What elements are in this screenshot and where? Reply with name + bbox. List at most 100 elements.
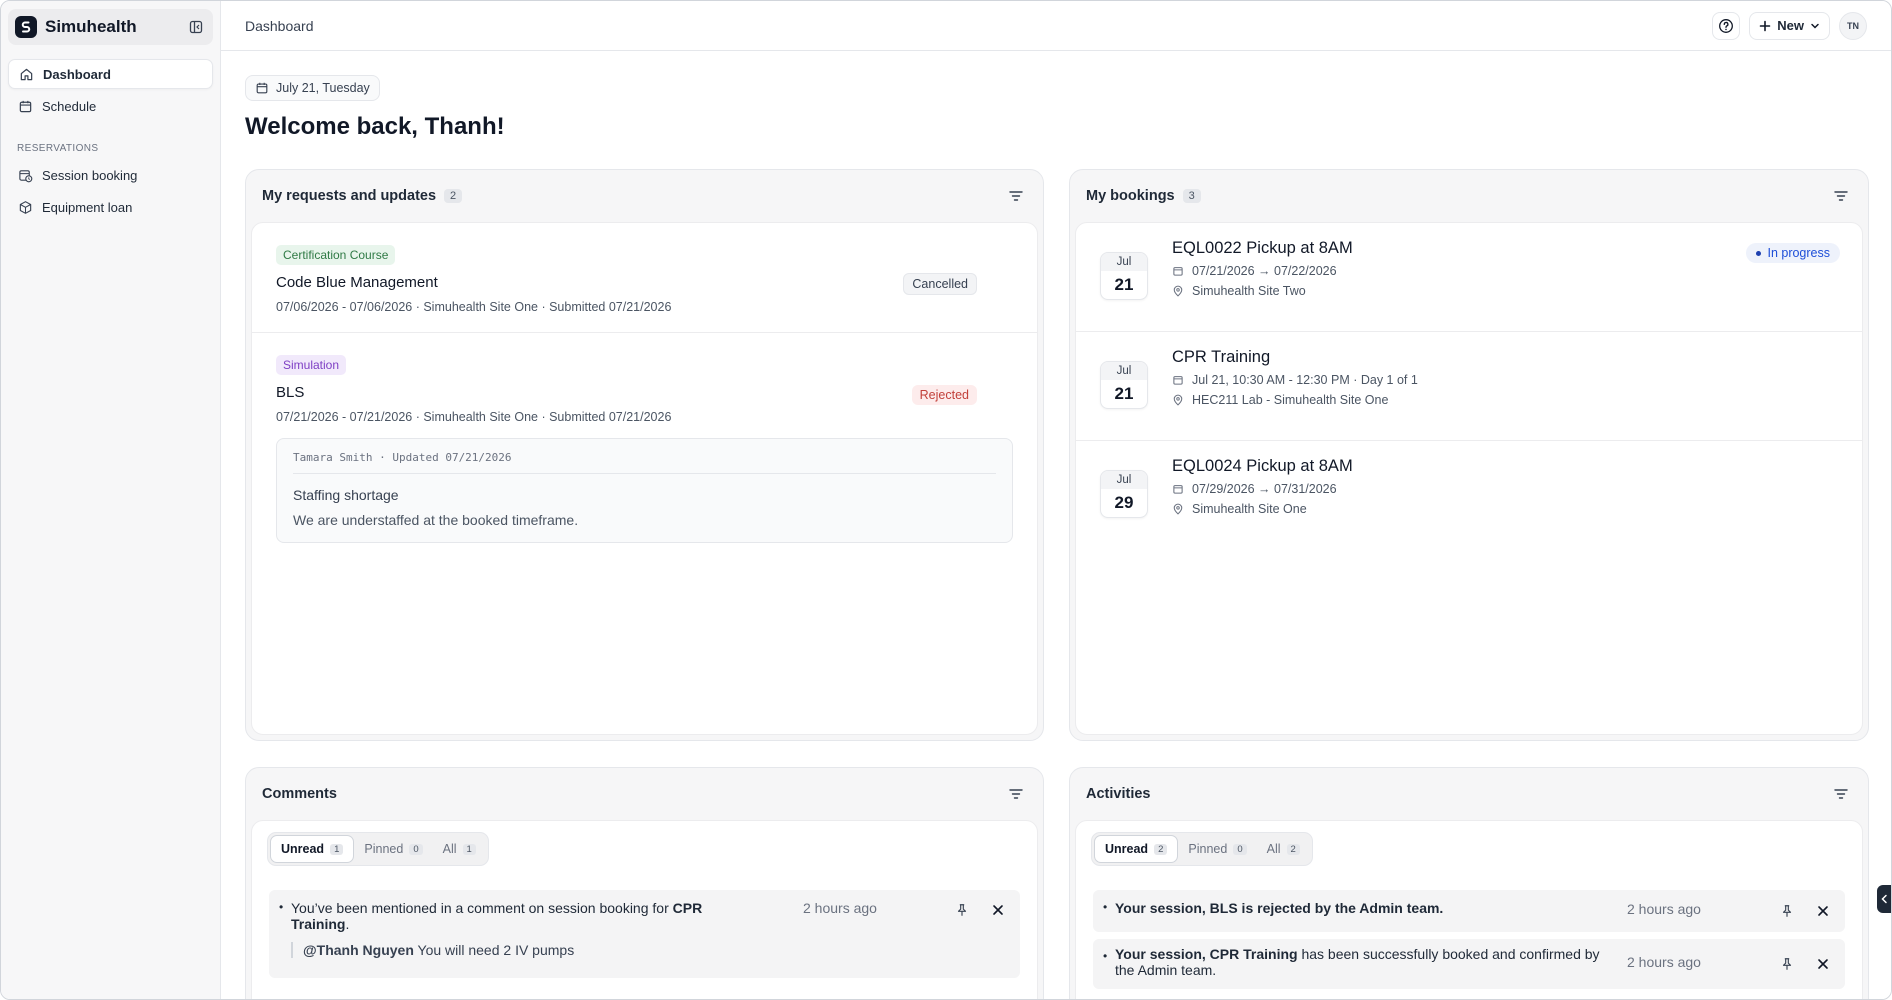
booking-title: EQL0024 Pickup at 8AM: [1172, 457, 1353, 475]
booking-dates: 07/21/2026 → 07/22/2026: [1192, 264, 1337, 278]
tab-count: 1: [330, 843, 344, 855]
tab-unread[interactable]: Unread 2: [1094, 835, 1179, 863]
booking-title: CPR Training: [1172, 348, 1271, 366]
booking-location: HEC211 Lab - Simuhealth Site One: [1192, 393, 1389, 407]
request-item[interactable]: Certification Course Code Blue Managemen…: [252, 223, 1037, 333]
calendar-icon: [1173, 485, 1183, 494]
comments-tabs: Unread 1 Pinned 0 All 1: [267, 832, 489, 866]
close-icon[interactable]: [990, 902, 1006, 918]
location-pin-icon: [1173, 394, 1183, 406]
filter-icon[interactable]: [1005, 185, 1027, 207]
new-button[interactable]: New: [1749, 11, 1830, 40]
booking-title: EQL0022 Pickup at 8AM: [1172, 239, 1353, 257]
close-icon[interactable]: [1815, 956, 1831, 972]
filter-icon[interactable]: [1830, 783, 1852, 805]
page-breadcrumb: Dashboard: [245, 17, 314, 34]
sidebar-item-equipment-loan[interactable]: Equipment loan: [8, 192, 213, 222]
calendar-icon: [256, 82, 268, 94]
activity-text: Your session, BLS is rejected by the Adm…: [1115, 900, 1545, 916]
tab-count: 2: [1286, 843, 1300, 855]
pin-icon[interactable]: [1779, 956, 1795, 972]
count-badge: 2: [444, 189, 463, 203]
session-link[interactable]: CPR Training: [1210, 946, 1298, 962]
comment-item[interactable]: You’ve been mentioned in a comment on se…: [269, 890, 1020, 978]
booking-location: Simuhealth Site Two: [1192, 284, 1306, 298]
tab-unread[interactable]: Unread 1: [270, 835, 355, 863]
request-item[interactable]: Simulation BLS 07/21/2026 - 07/21/2026 ·…: [252, 333, 1037, 561]
sidebar-item-dashboard[interactable]: Dashboard: [8, 59, 213, 89]
sidebar-item-label: Equipment loan: [42, 199, 133, 215]
sidebar-item-schedule[interactable]: Schedule: [8, 91, 213, 121]
pin-icon[interactable]: [1779, 903, 1795, 919]
activity-text-part: Your session,: [1115, 900, 1210, 916]
date-label: July 21, Tuesday: [276, 81, 370, 95]
request-title: BLS: [276, 384, 305, 401]
tab-label: Pinned: [364, 842, 404, 856]
section-label-reservations: RESERVATIONS: [17, 143, 99, 154]
tab-all[interactable]: All 2: [1257, 835, 1310, 863]
sidebar-item-session-booking[interactable]: Session booking: [8, 160, 213, 190]
filter-icon[interactable]: [1005, 783, 1027, 805]
sidebar-item-label: Dashboard: [43, 66, 111, 82]
activities-tabs: Unread 2 Pinned 0 All 2: [1091, 832, 1313, 866]
activity-text-part: is rejected by the Admin team.: [1237, 900, 1444, 916]
calendar-icon: [17, 98, 33, 114]
tab-all[interactable]: All 1: [433, 835, 486, 863]
date-tile: Jul 21: [1100, 361, 1148, 409]
location-pin-icon: [1173, 285, 1183, 297]
mention[interactable]: @Thanh Nguyen: [303, 942, 414, 958]
activity-item[interactable]: Your session, CPR Training has been succ…: [1093, 939, 1845, 989]
quote-text: You will need 2 IV pumps: [413, 942, 575, 958]
activity-text-part: Your session,: [1115, 946, 1210, 962]
activity-item[interactable]: Your session, BLS is rejected by the Adm…: [1093, 890, 1845, 932]
panel-title: My bookings: [1086, 188, 1175, 204]
tab-count: 0: [1233, 843, 1247, 855]
sidebar-item-label: Session booking: [42, 167, 138, 183]
booking-item[interactable]: Jul 21 EQL0022 Pickup at 8AM 07/21/2026 …: [1076, 223, 1862, 332]
close-icon[interactable]: [1815, 903, 1831, 919]
pin-icon[interactable]: [954, 902, 970, 918]
comment-text-part: .: [345, 916, 350, 932]
tab-pinned[interactable]: Pinned 0: [354, 835, 432, 863]
new-button-label: New: [1777, 18, 1804, 33]
tab-pinned[interactable]: Pinned 0: [1178, 835, 1256, 863]
tab-label: Unread: [1105, 842, 1149, 856]
logo-icon: [15, 16, 37, 38]
tab-label: Unread: [281, 842, 325, 856]
collapse-sidebar-icon[interactable]: [185, 16, 207, 38]
tab-count: 2: [1154, 843, 1168, 855]
booking-dates: 07/29/2026 → 07/31/2026: [1192, 482, 1337, 496]
bookings-panel: My bookings 3 Jul 21 EQL0022 Pickup at 8…: [1069, 169, 1869, 741]
date-month: Jul: [1101, 362, 1147, 380]
tab-count: 0: [409, 843, 423, 855]
avatar[interactable]: TN: [1839, 11, 1867, 40]
session-link[interactable]: BLS: [1210, 900, 1238, 916]
home-icon: [18, 66, 34, 82]
booking-dates: Jul 21, 10:30 AM - 12:30 PM · Day 1 of 1: [1192, 373, 1418, 387]
status-badge: In progress: [1746, 243, 1840, 263]
booking-item[interactable]: Jul 21 CPR Training Jul 21, 10:30 AM - 1…: [1076, 332, 1862, 441]
category-tag: Simulation: [276, 355, 347, 375]
activity-text: Your session, CPR Training has been succ…: [1115, 946, 1605, 978]
panel-title: Activities: [1086, 786, 1151, 802]
date-day: 29: [1114, 493, 1134, 512]
timestamp: 2 hours ago: [1627, 954, 1701, 970]
side-panel-handle[interactable]: [1877, 885, 1891, 913]
date-pill: July 21, Tuesday: [245, 75, 380, 101]
note-title: Staffing shortage: [293, 487, 399, 503]
sidebar-item-label: Schedule: [42, 98, 97, 114]
tab-label: All: [442, 842, 457, 856]
chevron-down-icon: [1811, 23, 1819, 29]
booking-item[interactable]: Jul 29 EQL0024 Pickup at 8AM 07/29/2026 …: [1076, 441, 1862, 550]
calendar-icon: [1173, 376, 1183, 385]
category-tag: Certification Course: [276, 245, 396, 265]
filter-icon[interactable]: [1830, 185, 1852, 207]
status-badge: Cancelled: [903, 273, 977, 295]
help-button[interactable]: [1712, 11, 1741, 40]
request-meta: 07/21/2026 - 07/21/2026 · Simuhealth Sit…: [276, 410, 672, 424]
tab-count: 1: [462, 843, 476, 855]
brand[interactable]: Simuhealth: [8, 9, 213, 45]
help-icon: [1719, 18, 1734, 33]
note-header: Tamara Smith · Updated 07/21/2026: [293, 451, 996, 474]
calendar-clock-icon: [17, 167, 33, 183]
